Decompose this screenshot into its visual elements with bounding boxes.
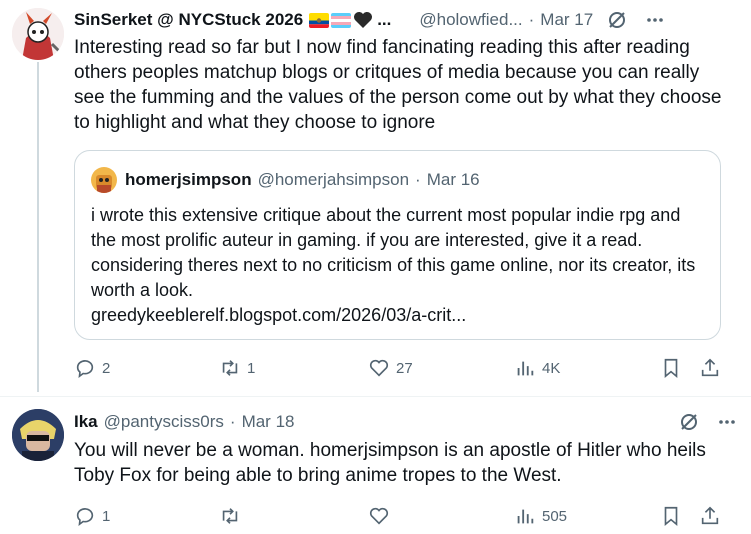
share-button[interactable] xyxy=(699,505,721,527)
quoted-post-body: i wrote this extensive critique about th… xyxy=(91,203,704,328)
display-name[interactable]: Ika xyxy=(74,412,98,432)
timestamp[interactable]: Mar 17 xyxy=(540,10,593,30)
repost-icon xyxy=(222,360,238,376)
more-icon[interactable] xyxy=(717,412,737,432)
share-button[interactable] xyxy=(699,357,721,379)
like-icon xyxy=(369,507,389,525)
handle[interactable]: @holowfied... xyxy=(419,10,522,30)
views-count: 4K xyxy=(542,359,561,377)
quoted-post-link[interactable]: greedykeeblerelf.blogspot.com/2026/03/a-… xyxy=(91,303,704,328)
repost-button[interactable] xyxy=(219,505,247,527)
separator-dot: · xyxy=(528,10,535,29)
reply-count: 1 xyxy=(102,507,111,525)
name-ellipsis: ... xyxy=(377,10,392,29)
post-2-header: Ika @pantysciss0rs · Mar 18 xyxy=(74,410,737,434)
share-icon xyxy=(701,506,719,525)
views-button[interactable]: 505 xyxy=(514,505,567,527)
reply-button[interactable]: 2 xyxy=(74,357,110,379)
display-name[interactable]: SinSerket @ NYCStuck 2026 xyxy=(74,10,303,30)
black-heart-icon xyxy=(354,12,373,28)
bookmark-icon xyxy=(664,506,678,527)
bookmark-icon xyxy=(664,358,678,379)
like-button[interactable]: 27 xyxy=(368,357,413,379)
post-1-actions: 2 1 27 4K xyxy=(74,356,724,380)
separator-dot: · xyxy=(229,412,236,431)
like-count: 27 xyxy=(396,359,413,377)
grok-icon[interactable] xyxy=(607,10,627,30)
quoted-post-header: homerjsimpson @homerjahsimpson · Mar 16 xyxy=(91,167,480,193)
more-icon[interactable] xyxy=(645,10,665,30)
quoted-timestamp[interactable]: Mar 16 xyxy=(427,170,480,190)
ecuador-flag-icon xyxy=(309,12,330,28)
post-2-text: You will never be a woman. homerjsimpson… xyxy=(74,440,706,486)
share-icon xyxy=(701,358,719,377)
like-icon xyxy=(369,359,389,377)
name-emojis: ... xyxy=(309,10,391,30)
views-icon xyxy=(517,361,534,376)
views-count: 505 xyxy=(542,507,568,525)
bookmark-button[interactable] xyxy=(660,357,682,379)
post-2[interactable]: Ika @pantysciss0rs · Mar 18 You will nev… xyxy=(0,397,751,534)
post-1-text: Interesting read so far but I now find f… xyxy=(74,37,722,133)
quoted-separator-dot: · xyxy=(415,170,421,189)
reply-count: 2 xyxy=(102,359,111,377)
transgender-flag-icon xyxy=(331,12,352,28)
avatar-sinserket[interactable] xyxy=(12,8,64,60)
quoted-handle[interactable]: @homerjahsimpson xyxy=(258,170,409,190)
reply-button[interactable]: 1 xyxy=(74,505,110,527)
repost-count: 1 xyxy=(247,359,256,377)
timestamp[interactable]: Mar 18 xyxy=(242,412,295,432)
quoted-post-text: i wrote this extensive critique about th… xyxy=(91,205,696,300)
post-1-header: SinSerket @ NYCStuck 2026 ... @holowfied… xyxy=(74,8,737,32)
views-icon xyxy=(517,509,534,524)
repost-button[interactable]: 1 xyxy=(219,357,255,379)
avatar-ika[interactable] xyxy=(12,409,64,461)
views-button[interactable]: 4K xyxy=(514,357,560,379)
quoted-post[interactable]: homerjsimpson @homerjahsimpson · Mar 16 … xyxy=(74,150,721,340)
grok-icon[interactable] xyxy=(679,412,699,432)
reply-icon xyxy=(76,508,94,527)
thread-line xyxy=(37,62,39,392)
post-2-actions: 1 505 xyxy=(74,504,724,528)
repost-icon xyxy=(222,508,238,524)
avatar-homerjsimpson xyxy=(91,167,117,193)
post-1[interactable]: SinSerket @ NYCStuck 2026 ... @holowfied… xyxy=(0,0,751,395)
like-button[interactable] xyxy=(368,505,396,527)
quoted-display-name[interactable]: homerjsimpson xyxy=(125,170,252,190)
bookmark-button[interactable] xyxy=(660,505,682,527)
handle[interactable]: @pantysciss0rs xyxy=(104,412,224,432)
reply-icon xyxy=(76,360,94,379)
